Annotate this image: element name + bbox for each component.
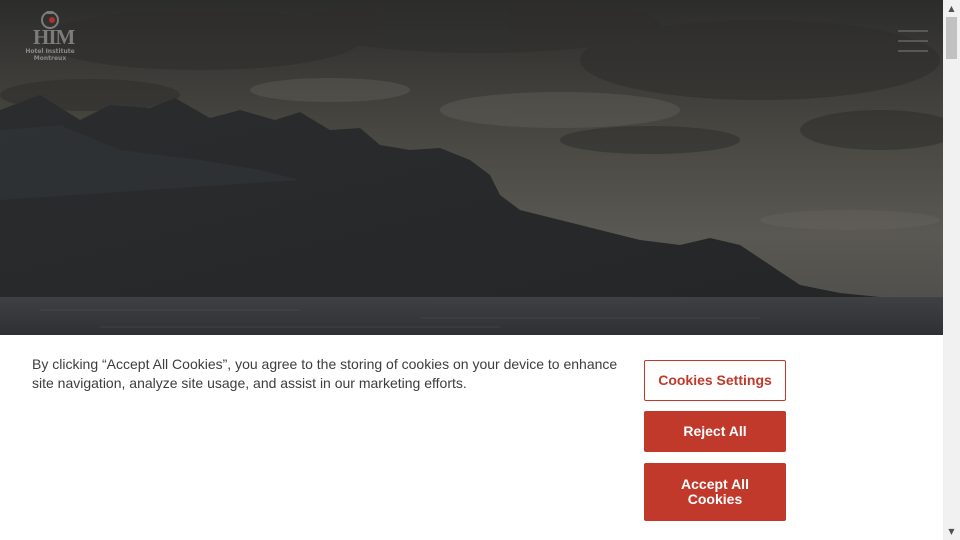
scroll-up-arrow-icon[interactable]: ▲ [943, 0, 960, 17]
logo-caption: Hotel Institute Montreux [25, 48, 74, 62]
reject-all-button[interactable]: Reject All [644, 411, 786, 452]
accept-all-cookies-button[interactable]: Accept All Cookies [644, 463, 786, 521]
vertical-scrollbar[interactable]: ▲ ▼ [943, 0, 960, 540]
logo-line-1: Hotel Institute [25, 48, 75, 55]
cookie-banner: By clicking “Accept All Cookies”, you ag… [0, 335, 943, 540]
hero-image: HIM Hotel Institute Montreux [0, 0, 943, 335]
site-logo[interactable]: HIM Hotel Institute Montreux [22, 10, 78, 68]
logo-line-2: Montreux [33, 55, 67, 62]
hamburger-icon[interactable] [898, 30, 928, 52]
scrollbar-thumb[interactable] [946, 17, 957, 59]
mountain-lake-landscape [0, 0, 943, 335]
cookie-message: By clicking “Accept All Cookies”, you ag… [32, 356, 618, 391]
hamburger-line [898, 40, 928, 42]
cookies-settings-button[interactable]: Cookies Settings [644, 360, 786, 401]
hamburger-line [898, 30, 928, 32]
scroll-down-arrow-icon[interactable]: ▼ [943, 523, 960, 540]
hamburger-line [898, 50, 928, 52]
logo-letters: HIM [33, 25, 75, 49]
page: HIM Hotel Institute Montreux By clicking… [0, 0, 943, 540]
logo-emblem: HIM [30, 10, 75, 48]
